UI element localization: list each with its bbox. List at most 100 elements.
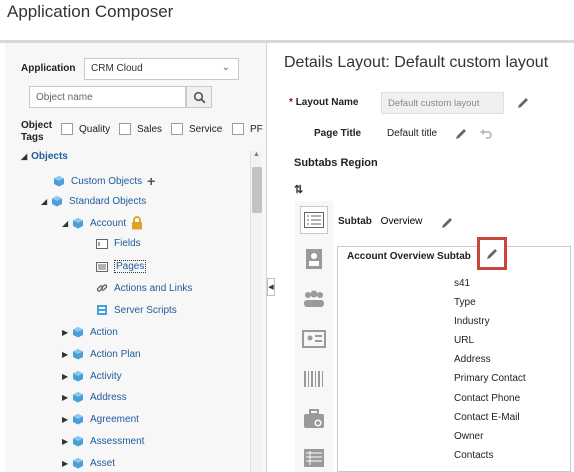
section-title: Account Overview Subtab bbox=[347, 251, 471, 262]
cube-icon bbox=[72, 457, 84, 469]
lock-icon bbox=[131, 216, 143, 230]
application-label: Application bbox=[21, 63, 76, 74]
field-item: Contact Phone bbox=[454, 393, 521, 404]
pencil-icon bbox=[487, 248, 497, 259]
profile-card-icon bbox=[302, 330, 326, 348]
add-icon[interactable]: + bbox=[147, 173, 155, 189]
tree-scrollbar[interactable]: ▲ bbox=[250, 151, 262, 472]
link-icon bbox=[96, 282, 108, 294]
checkbox-icon bbox=[171, 123, 183, 135]
tag-checkbox-sales[interactable]: Sales bbox=[119, 123, 162, 135]
page-title-label: Page Title bbox=[314, 128, 362, 139]
object-tags-filter: Quality Sales Service PF bbox=[20, 121, 265, 141]
scrollbar-thumb[interactable] bbox=[252, 167, 262, 213]
checkbox-icon bbox=[232, 123, 244, 135]
cube-icon bbox=[72, 370, 84, 382]
checkbox-icon bbox=[61, 123, 73, 135]
field-item: Contacts bbox=[454, 450, 494, 461]
subtab-row: Subtab Overview bbox=[338, 216, 422, 227]
field-icon bbox=[96, 238, 108, 249]
subtab-briefcase-icon[interactable] bbox=[300, 405, 328, 433]
search-icon bbox=[193, 91, 205, 103]
tree-item-asset[interactable]: ▶ Asset bbox=[62, 457, 115, 469]
edit-page-title-button[interactable] bbox=[452, 125, 470, 143]
subtab-profile-icon[interactable] bbox=[300, 325, 328, 353]
subtab-value: Overview bbox=[380, 216, 423, 227]
field-item: URL bbox=[454, 335, 475, 346]
field-item: Owner bbox=[454, 431, 484, 442]
subtab-team-icon[interactable] bbox=[300, 285, 328, 313]
tree-item-agreement[interactable]: ▶ Agreement bbox=[62, 413, 139, 425]
expand-triangle-icon: ▶ bbox=[62, 458, 69, 468]
script-icon bbox=[96, 304, 108, 316]
cube-icon bbox=[72, 391, 84, 403]
edit-section-button[interactable] bbox=[477, 237, 507, 270]
tree-item-custom-objects[interactable]: Custom Objects + bbox=[53, 173, 155, 189]
title-bar: Application Composer bbox=[0, 0, 574, 40]
page-title: Details Layout: Default custom layout bbox=[284, 54, 549, 71]
tree-item-activity[interactable]: ▶ Activity bbox=[62, 370, 122, 382]
search-button[interactable] bbox=[186, 86, 212, 108]
cube-icon bbox=[72, 348, 84, 360]
barcode-icon bbox=[304, 371, 323, 387]
tree-item-action-plan[interactable]: ▶ Action Plan bbox=[62, 348, 141, 360]
scroll-up-icon[interactable]: ▲ bbox=[253, 151, 260, 158]
edit-layout-name-button[interactable] bbox=[514, 94, 532, 112]
tree-item-pages[interactable]: Pages bbox=[96, 260, 147, 273]
chevron-down-icon: ⌄ bbox=[221, 62, 230, 73]
briefcase-icon bbox=[304, 409, 324, 428]
subtabs-region-heading: Subtabs Region bbox=[294, 157, 378, 169]
collapse-triangle-icon: ◢ bbox=[21, 152, 28, 161]
subtab-barcode-icon[interactable] bbox=[300, 365, 328, 393]
object-name-search-input[interactable]: Object name bbox=[29, 86, 186, 108]
tag-checkbox-quality[interactable]: Quality bbox=[61, 123, 110, 135]
expand-triangle-icon: ▶ bbox=[62, 371, 69, 381]
tree-item-fields[interactable]: Fields bbox=[96, 238, 141, 249]
cube-icon bbox=[72, 435, 84, 447]
subtab-grid-icon[interactable] bbox=[300, 444, 328, 472]
expand-triangle-icon: ▶ bbox=[62, 436, 69, 446]
field-item: Contact E-Mail bbox=[454, 412, 520, 423]
page-title-value: Default title bbox=[387, 128, 438, 139]
tree-item-address[interactable]: ▶ Address bbox=[62, 391, 127, 403]
layout-name-input[interactable]: Default custom layout bbox=[381, 92, 504, 114]
application-select[interactable]: CRM Cloud ⌄ bbox=[84, 58, 239, 80]
reorder-icon[interactable]: ⇅ bbox=[294, 183, 303, 196]
collapse-panel-button[interactable]: ◀ bbox=[267, 278, 275, 296]
subtab-overview-icon[interactable] bbox=[300, 206, 328, 234]
expand-triangle-icon: ▶ bbox=[62, 349, 69, 359]
cube-icon bbox=[72, 326, 84, 338]
subtab-label: Subtab bbox=[338, 216, 372, 227]
tree-item-actions-and-links[interactable]: Actions and Links bbox=[96, 282, 192, 294]
undo-icon bbox=[480, 129, 492, 139]
app-title: Application Composer bbox=[7, 2, 174, 21]
tree-item-account[interactable]: ◢ Account bbox=[62, 216, 143, 230]
tree-item-standard-objects[interactable]: ◢ Standard Objects bbox=[41, 195, 146, 207]
expand-triangle-icon: ▶ bbox=[62, 414, 69, 424]
collapse-left-icon: ◀ bbox=[268, 284, 274, 291]
expand-triangle-icon: ▶ bbox=[62, 327, 69, 337]
tag-checkbox-pf[interactable]: PF bbox=[232, 123, 263, 135]
field-item: Address bbox=[454, 354, 491, 365]
edit-subtab-button[interactable] bbox=[438, 214, 456, 232]
tree-item-server-scripts[interactable]: Server Scripts bbox=[96, 304, 177, 316]
cube-icon bbox=[51, 195, 63, 207]
field-item: Primary Contact bbox=[454, 373, 526, 384]
tree-item-action[interactable]: ▶ Action bbox=[62, 326, 118, 338]
expand-triangle-icon: ▶ bbox=[62, 392, 69, 402]
field-item: s41 bbox=[454, 278, 471, 289]
tag-checkbox-service[interactable]: Service bbox=[171, 123, 222, 135]
pencil-icon bbox=[442, 218, 452, 228]
undo-button[interactable] bbox=[477, 125, 495, 143]
subtab-contact-icon[interactable] bbox=[300, 245, 328, 273]
application-composer-window: Application Composer Application CRM Clo… bbox=[0, 0, 574, 472]
team-icon bbox=[304, 290, 324, 307]
cube-icon bbox=[72, 217, 84, 229]
tree-objects-header[interactable]: ◢ Objects bbox=[21, 151, 68, 162]
tree-item-assessment[interactable]: ▶ Assessment bbox=[62, 435, 144, 447]
cube-icon bbox=[72, 413, 84, 425]
collapse-triangle-icon: ◢ bbox=[41, 196, 48, 206]
layout-name-label: * Layout Name bbox=[289, 97, 359, 108]
grid-list-icon bbox=[304, 449, 324, 467]
required-indicator: * bbox=[289, 97, 293, 108]
